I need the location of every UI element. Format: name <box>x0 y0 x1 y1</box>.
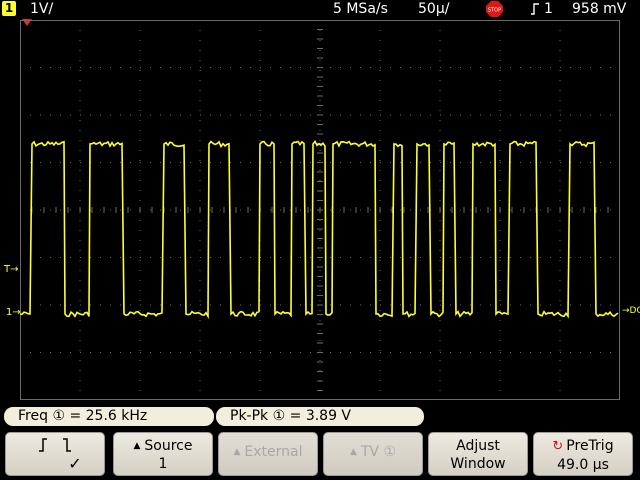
channel-ref-icon: ① <box>383 444 397 460</box>
check-icon: ✓ <box>68 454 82 473</box>
slope-rising-falling-icon <box>39 438 71 452</box>
coupling-dc-label: →DC <box>622 306 640 316</box>
channel-ref-icon: ① <box>52 408 65 424</box>
channel-ref-icon: ① <box>272 408 286 424</box>
graticule <box>20 20 620 400</box>
trigger-source: 1 <box>544 1 553 17</box>
tv-softkey[interactable]: ▲ TV ① <box>323 432 423 476</box>
trigger-slope-rising-icon <box>531 3 539 15</box>
pkpk-value: 3.89 V <box>305 408 352 424</box>
source-softkey[interactable]: ▲ Source 1 <box>113 432 213 476</box>
measurement-bar: Freq ① = 25.6 kHz Pk-Pk ① = 3.89 V <box>0 407 640 427</box>
triangle-up-icon: ▲ <box>133 441 141 451</box>
vertical-scale: 1V/ <box>30 1 54 17</box>
top-status-bar: 1 1V/ 5 MSa/s 50µ/ STOP 1 958 mV <box>0 0 640 18</box>
slope-softkey[interactable]: ✓ <box>5 432 105 476</box>
timebase: 50µ/ <box>418 1 450 17</box>
pkpk-measurement[interactable]: Pk-Pk ① = 3.89 V <box>216 407 424 426</box>
triangle-up-icon: ▲ <box>349 447 357 457</box>
frequency-value: 25.6 kHz <box>85 408 148 424</box>
adjust-window-softkey[interactable]: Adjust Window <box>428 432 528 476</box>
pretrig-softkey[interactable]: ↻ PreTrig 49.0 µs <box>533 432 633 476</box>
frequency-measurement[interactable]: Freq ① = 25.6 kHz <box>4 407 214 426</box>
external-softkey[interactable]: ▲ External <box>218 432 318 476</box>
stop-icon[interactable]: STOP <box>486 1 503 17</box>
rotate-knob-icon: ↻ <box>552 439 564 454</box>
channel-1-ground-marker[interactable]: 1→ <box>6 307 21 318</box>
channel-1-badge[interactable]: 1 <box>2 1 16 16</box>
softkey-bar: ✓ ▲ Source 1 ▲ External ▲ TV ① Adjust Windo… <box>0 430 640 480</box>
trigger-level: 958 mV <box>572 1 627 17</box>
sample-rate: 5 MSa/s <box>333 1 388 17</box>
stop-label: STOP <box>488 8 501 14</box>
waveform-display[interactable] <box>20 20 620 400</box>
trigger-level-marker[interactable]: T→ <box>4 264 19 275</box>
triangle-up-icon: ▲ <box>233 447 241 457</box>
